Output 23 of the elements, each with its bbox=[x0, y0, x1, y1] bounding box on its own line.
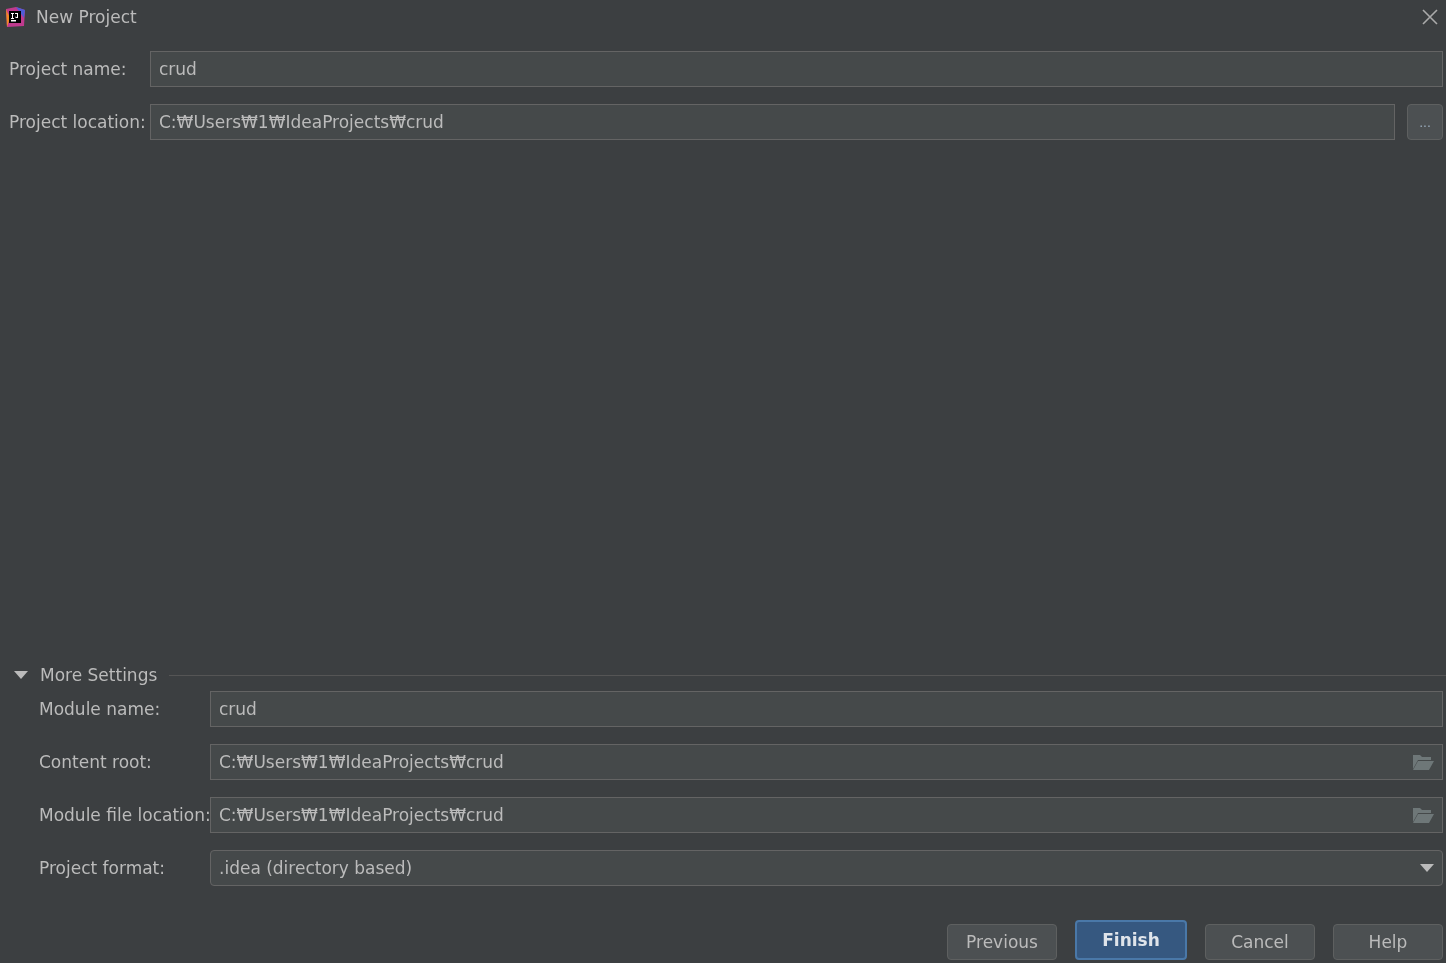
dialog-button[interactable]: Previous bbox=[947, 924, 1057, 960]
window-title: New Project bbox=[36, 6, 138, 27]
input-field[interactable]: crud bbox=[150, 51, 1443, 87]
field-label: Project format: bbox=[39, 858, 166, 878]
collapse-arrow-icon[interactable] bbox=[14, 670, 28, 680]
field-label: Module file location: bbox=[39, 805, 210, 825]
dropdown[interactable]: .idea (directory based) bbox=[210, 850, 1443, 886]
input-field[interactable]: C:₩Users₩1₩IdeaProjects₩crud bbox=[210, 744, 1443, 780]
field-label: Content root: bbox=[39, 752, 153, 772]
field-label: Project name: bbox=[9, 59, 128, 79]
browse-button[interactable]: ... bbox=[1407, 104, 1443, 140]
dialog-button[interactable]: Cancel bbox=[1205, 924, 1315, 960]
app-logo-icon bbox=[4, 5, 26, 28]
dialog-button[interactable]: Help bbox=[1333, 924, 1443, 960]
input-field[interactable]: C:₩Users₩1₩IdeaProjects₩crud bbox=[210, 797, 1443, 833]
default-button[interactable]: Finish bbox=[1075, 920, 1187, 960]
close-icon[interactable] bbox=[1420, 6, 1440, 27]
input-field[interactable]: C:₩Users₩1₩IdeaProjects₩crud bbox=[150, 104, 1395, 140]
field-label: Module name: bbox=[39, 699, 162, 719]
dropdown-caret-icon[interactable] bbox=[1420, 864, 1434, 872]
input-field[interactable]: crud bbox=[210, 691, 1443, 727]
field-label: Project location: bbox=[9, 112, 147, 132]
section-title[interactable]: More Settings bbox=[40, 665, 158, 685]
